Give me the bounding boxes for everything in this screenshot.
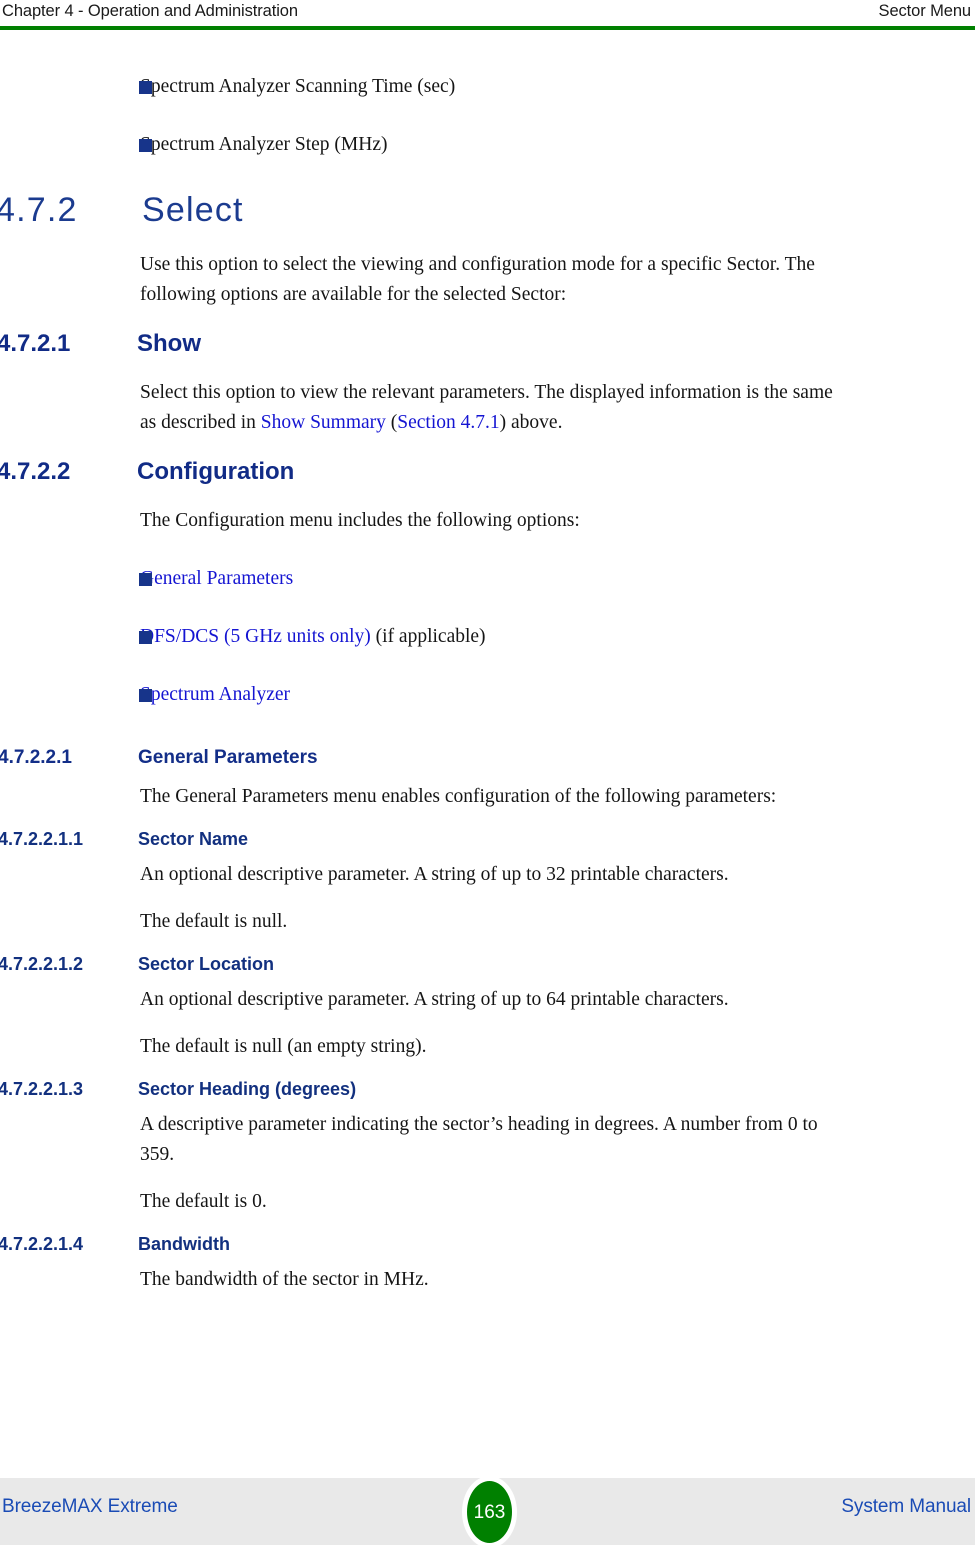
bandwidth-description: The bandwidth of the sector in MHz. (140, 1269, 429, 1290)
page-header: Chapter 4 - Operation and Administration… (0, 0, 975, 32)
general-parameters-intro-paragraph: The General Parameters menu enables conf… (140, 786, 777, 807)
heading-bandwidth: 4.7.2.2.1.4 Bandwidth (0, 1231, 975, 1257)
page-number-badge: 163 (467, 1481, 512, 1543)
list-item-content: Spectrum Analyzer (140, 680, 975, 710)
link-spectrum-analyzer[interactable]: Spectrum Analyzer (140, 684, 290, 705)
show-body-text-3: ) above. (499, 412, 563, 433)
heading-select-title: Select (142, 191, 244, 229)
heading-sector-heading-title: Sector Heading (degrees) (138, 1079, 357, 1099)
heading-sector-location-title: Sector Location (138, 954, 275, 974)
sector-heading-default: The default is 0. (140, 1191, 267, 1212)
bullet-square-icon (139, 631, 152, 644)
bullet-square-icon (139, 139, 152, 152)
heading-show: 4.7.2.1 Show (0, 328, 975, 360)
heading-sector-name-number: 4.7.2.2.1.1 (0, 829, 84, 849)
select-intro-paragraph: Use this option to select the viewing an… (140, 254, 815, 305)
list-item-label: Spectrum Analyzer Step (MHz) (140, 134, 388, 155)
header-chapter-title: Chapter 4 - Operation and Administration (2, 2, 298, 20)
heading-sector-name: 4.7.2.2.1.1 Sector Name (0, 826, 975, 852)
heading-general-parameters-title: General Parameters (138, 747, 318, 768)
list-item: Spectrum Analyzer (0, 680, 975, 710)
page-number-label: 163 (473, 1501, 506, 1523)
heading-configuration: 4.7.2.2 Configuration (0, 456, 975, 488)
bullet-square-icon (139, 689, 152, 702)
heading-sector-location-number: 4.7.2.2.1.2 (0, 954, 84, 974)
list-item: Spectrum Analyzer Scanning Time (sec) (0, 72, 975, 102)
footer-document-name: System Manual (841, 1496, 971, 1517)
list-item-content: DFS/DCS (5 GHz units only) (if applicabl… (140, 622, 975, 652)
heading-general-parameters: 4.7.2.2.1 General Parameters (0, 744, 975, 772)
list-item: General Parameters (0, 564, 975, 594)
heading-select-number: 4.7.2 (0, 191, 78, 229)
heading-general-parameters-number: 4.7.2.2.1 (0, 747, 72, 768)
heading-sector-name-title: Sector Name (138, 829, 249, 849)
heading-configuration-number: 4.7.2.2 (0, 458, 71, 485)
sector-location-description: An optional descriptive parameter. A str… (140, 989, 729, 1010)
link-general-parameters[interactable]: General Parameters (140, 568, 293, 589)
sector-name-description: An optional descriptive parameter. A str… (140, 864, 729, 885)
heading-sector-location: 4.7.2.2.1.2 Sector Location (0, 951, 975, 977)
show-body-paragraph: Select this option to view the relevant … (0, 378, 835, 438)
heading-show-title: Show (137, 330, 201, 357)
bullet-square-icon (139, 81, 152, 94)
link-section-4-7-1[interactable]: Section 4.7.1 (397, 412, 499, 433)
heading-bandwidth-title: Bandwidth (138, 1234, 230, 1254)
list-item: Spectrum Analyzer Step (MHz) (0, 130, 975, 160)
list-item-content: General Parameters (140, 564, 975, 594)
heading-sector-heading-number: 4.7.2.2.1.3 (0, 1079, 84, 1099)
bullet-square-icon (139, 573, 152, 586)
sector-location-default: The default is null (an empty string). (140, 1036, 427, 1057)
link-dfs-dcs[interactable]: DFS/DCS (5 GHz units only) (140, 626, 371, 647)
sector-heading-description: A descriptive parameter indicating the s… (140, 1114, 818, 1165)
header-section-title: Sector Menu (878, 2, 972, 20)
page-footer: BreezeMAX Extreme 163 System Manual (0, 1476, 975, 1548)
page-content: Spectrum Analyzer Scanning Time (sec) Sp… (0, 30, 975, 1295)
list-item: DFS/DCS (5 GHz units only) (if applicabl… (0, 622, 975, 652)
show-body-text-2: ( (385, 412, 398, 433)
heading-show-number: 4.7.2.1 (0, 330, 71, 357)
heading-select: 4.7.2 Select (0, 188, 975, 232)
heading-sector-heading: 4.7.2.2.1.3 Sector Heading (degrees) (0, 1076, 975, 1102)
list-item-suffix: (if applicable) (370, 626, 486, 647)
heading-bandwidth-number: 4.7.2.2.1.4 (0, 1234, 84, 1254)
configuration-intro-paragraph: The Configuration menu includes the foll… (140, 510, 580, 531)
sector-name-default: The default is null. (140, 911, 288, 932)
heading-configuration-title: Configuration (137, 458, 295, 485)
footer-product-name: BreezeMAX Extreme (2, 1496, 178, 1517)
link-show-summary[interactable]: Show Summary (261, 412, 386, 433)
list-item-label: Spectrum Analyzer Scanning Time (sec) (140, 76, 456, 97)
